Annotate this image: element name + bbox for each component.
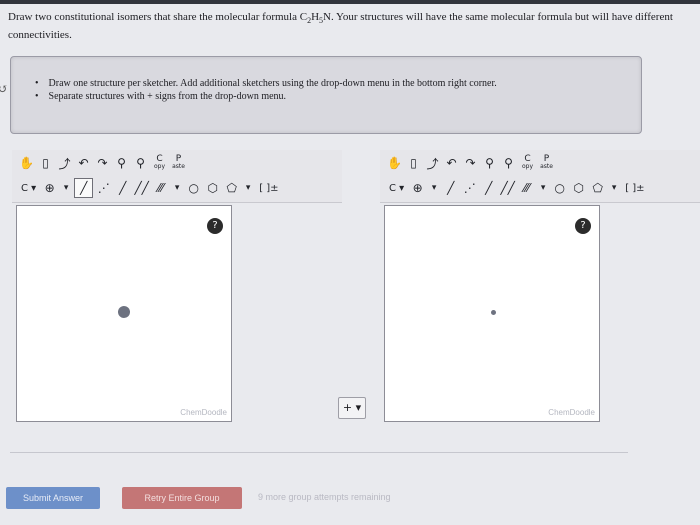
bracket-charge-button[interactable]: [ ]±	[256, 179, 281, 197]
redo-icon[interactable]: ↷	[94, 154, 111, 172]
double-bond-icon[interactable]: ╱╱	[133, 179, 150, 197]
instruction-item: Draw one structure per sketcher. Add add…	[35, 77, 641, 90]
atom-carbon-button[interactable]: C ▾	[18, 179, 39, 197]
copy-button[interactable]: Copy	[519, 154, 536, 172]
atom-marker	[118, 306, 130, 318]
paste-button[interactable]: Paste	[170, 154, 187, 172]
chevron-down-icon[interactable]: ▾	[171, 179, 183, 197]
zoom-out-icon[interactable]: ⚲	[132, 154, 149, 172]
question-text: Draw two constitutional isomers that sha…	[8, 11, 673, 42]
atom-marker	[491, 310, 496, 315]
ring-hexagon-icon[interactable]: ⬡	[204, 179, 221, 197]
lasso-icon[interactable]: ⤴	[56, 154, 73, 172]
single-bond-icon[interactable]: ╱	[74, 178, 94, 198]
add-sketcher-button[interactable]: + ▾	[338, 397, 366, 419]
single-bond-icon[interactable]: ╱	[442, 179, 459, 197]
instructions-panel: Draw one structure per sketcher. Add add…	[10, 56, 642, 134]
sketcher-toolbar: ✋ ▯ ⤴ ↶ ↷ ⚲ ⚲ Copy Paste C ▾ ⊕ ▾ ╱ ⋰ ╱ ╱…	[380, 150, 700, 203]
sketcher-2: ✋ ▯ ⤴ ↶ ↷ ⚲ ⚲ Copy Paste C ▾ ⊕ ▾ ╱ ⋰ ╱ ╱…	[380, 150, 700, 426]
ring-cyclopropane-icon[interactable]: ○	[185, 179, 202, 197]
dashed-bond-icon[interactable]: ⋰	[95, 179, 112, 197]
atom-carbon-button[interactable]: C ▾	[386, 179, 407, 197]
drawing-canvas[interactable]: ? ChemDoodle	[16, 205, 232, 422]
zoom-in-icon[interactable]: ⚲	[481, 154, 498, 172]
help-icon[interactable]: ?	[575, 218, 591, 234]
triple-bond-icon[interactable]: ⁄⁄⁄	[518, 179, 535, 197]
sketcher-toolbar: ✋ ▯ ⤴ ↶ ↷ ⚲ ⚲ Copy Paste C ▾ ⊕ ▾ ╱ ⋰ ╱ ╱…	[12, 150, 342, 203]
chevron-down-icon[interactable]: ▾	[537, 179, 549, 197]
chevron-down-icon[interactable]: ▾	[608, 179, 620, 197]
drawing-canvas[interactable]: ? ChemDoodle	[384, 205, 600, 422]
section-divider	[10, 452, 628, 453]
copy-button[interactable]: Copy	[151, 154, 168, 172]
hand-icon[interactable]: ✋	[18, 154, 35, 172]
undo-icon[interactable]: ↶	[75, 154, 92, 172]
expand-arrow-icon[interactable]: ↺	[0, 82, 8, 97]
charge-plus-icon[interactable]: ⊕	[409, 179, 426, 197]
hand-icon[interactable]: ✋	[386, 154, 403, 172]
lasso-icon[interactable]: ⤴	[424, 154, 441, 172]
chevron-down-icon[interactable]: ▾	[60, 179, 72, 197]
help-icon[interactable]: ?	[207, 218, 223, 234]
eraser-icon[interactable]: ▯	[405, 154, 422, 172]
redo-icon[interactable]: ↷	[462, 154, 479, 172]
wedge-bond-icon[interactable]: ╱	[114, 179, 131, 197]
paste-button[interactable]: Paste	[538, 154, 555, 172]
charge-plus-icon[interactable]: ⊕	[41, 179, 58, 197]
ring-pentagon-icon[interactable]: ⬠	[589, 179, 606, 197]
double-bond-icon[interactable]: ╱╱	[499, 179, 516, 197]
retry-group-button[interactable]: Retry Entire Group	[122, 487, 242, 509]
bracket-charge-button[interactable]: [ ]±	[622, 179, 647, 197]
instruction-item: Separate structures with + signs from th…	[35, 90, 641, 103]
triple-bond-icon[interactable]: ⁄⁄⁄	[152, 179, 169, 197]
ring-hexagon-icon[interactable]: ⬡	[570, 179, 587, 197]
window-top-bar	[0, 0, 700, 4]
wedge-bond-icon[interactable]: ╱	[480, 179, 497, 197]
dashed-bond-icon[interactable]: ⋰	[461, 179, 478, 197]
undo-icon[interactable]: ↶	[443, 154, 460, 172]
zoom-in-icon[interactable]: ⚲	[113, 154, 130, 172]
chemdoodle-watermark: ChemDoodle	[180, 408, 227, 417]
ring-pentagon-icon[interactable]: ⬠	[223, 179, 240, 197]
eraser-icon[interactable]: ▯	[37, 154, 54, 172]
submit-answer-button[interactable]: Submit Answer	[6, 487, 100, 509]
chevron-down-icon[interactable]: ▾	[428, 179, 440, 197]
zoom-out-icon[interactable]: ⚲	[500, 154, 517, 172]
sketcher-1: ✋ ▯ ⤴ ↶ ↷ ⚲ ⚲ Copy Paste C ▾ ⊕ ▾ ╱ ⋰ ╱ ╱…	[12, 150, 342, 426]
attempts-remaining-text: 9 more group attempts remaining	[258, 492, 391, 502]
chevron-down-icon[interactable]: ▾	[242, 179, 254, 197]
ring-cyclopropane-icon[interactable]: ○	[551, 179, 568, 197]
chemdoodle-watermark: ChemDoodle	[548, 408, 595, 417]
